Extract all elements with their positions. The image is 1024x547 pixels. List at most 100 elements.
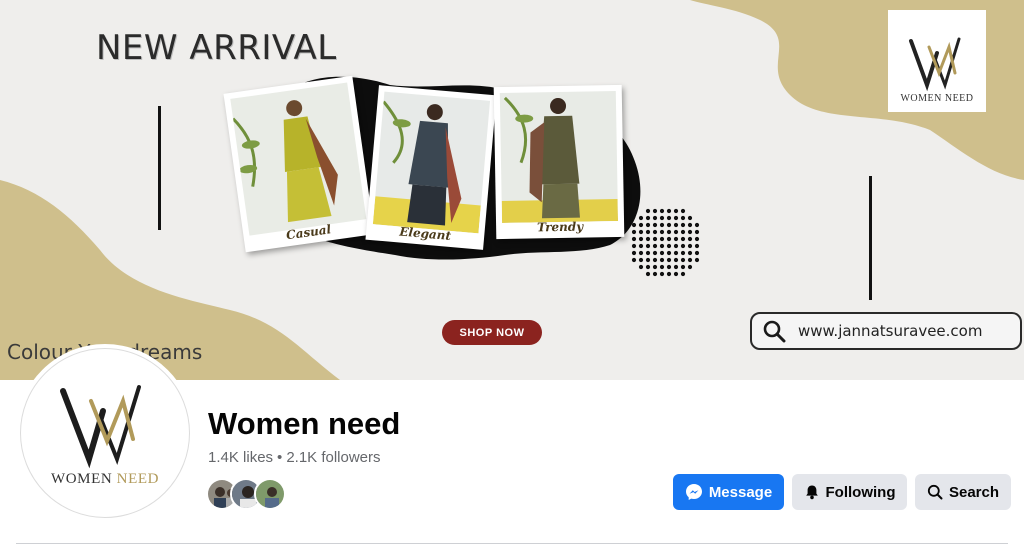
avatar-brand-text: WOMEN NEED [51, 471, 159, 488]
halftone-dot [659, 264, 665, 270]
halftone-dot [631, 250, 637, 256]
halftone-dot [673, 271, 679, 277]
halftone-dot [645, 229, 651, 235]
halftone-dot [666, 208, 672, 214]
halftone-dot [652, 257, 658, 263]
following-button-label: Following [825, 483, 896, 501]
halftone-dot [645, 271, 651, 277]
halftone-dot [659, 236, 665, 242]
halftone-dot [680, 257, 686, 263]
halftone-dot [652, 208, 658, 214]
halftone-dot [680, 229, 686, 235]
halftone-dot [694, 250, 700, 256]
halftone-dot [673, 250, 679, 256]
avatar-text-second: NEED [116, 470, 160, 487]
halftone-dot [666, 250, 672, 256]
halftone-dot [680, 271, 686, 277]
halftone-dot [673, 257, 679, 263]
mutual-friends-avatars[interactable] [206, 478, 286, 510]
halftone-dot [638, 257, 644, 263]
halftone-dot [687, 264, 693, 270]
search-button-label: Search [948, 483, 1000, 501]
halftone-dot [645, 264, 651, 270]
search-button[interactable]: Search [915, 474, 1011, 510]
halftone-dot [694, 257, 700, 263]
halftone-dot [631, 243, 637, 249]
messenger-icon [685, 484, 702, 500]
halftone-dot [645, 215, 651, 221]
bell-icon [805, 485, 818, 500]
halftone-dot [673, 236, 679, 242]
halftone-dot [687, 250, 693, 256]
shop-now-button: SHOP NOW [442, 320, 542, 345]
halftone-dot [666, 264, 672, 270]
cover-photo[interactable]: NEW ARRIVAL Casual Elegant Trendy WOMEN … [0, 0, 1024, 380]
likes-count[interactable]: 1.4K likes [208, 449, 273, 466]
halftone-dot [680, 250, 686, 256]
woman-figure-illustration [231, 100, 338, 223]
avatar-text-first: WOMEN [50, 470, 113, 487]
halftone-dot [673, 215, 679, 221]
halftone-dot [666, 257, 672, 263]
halftone-dot [666, 215, 672, 221]
halftone-dot [659, 222, 665, 228]
halftone-dot [652, 264, 658, 270]
halftone-dot [638, 264, 644, 270]
halftone-dot [645, 243, 651, 249]
halftone-dot [694, 229, 700, 235]
halftone-dot [631, 257, 637, 263]
halftone-dot [694, 222, 700, 228]
halftone-dot [687, 243, 693, 249]
facebook-page-header: NEW ARRIVAL Casual Elegant Trendy WOMEN … [0, 0, 1024, 547]
magnifier-icon [763, 320, 786, 343]
halftone-dot [645, 222, 651, 228]
cover-headline: NEW ARRIVAL [96, 28, 337, 68]
halftone-dot [659, 271, 665, 277]
profile-picture[interactable]: WOMEN NEED [20, 348, 190, 518]
halftone-dot [645, 257, 651, 263]
halftone-dot [680, 264, 686, 270]
website-bar: www.jannatsuravee.com [750, 312, 1022, 350]
halftone-dot [687, 222, 693, 228]
halftone-dot [638, 229, 644, 235]
halftone-dot [666, 222, 672, 228]
halftone-dot [673, 222, 679, 228]
halftone-dot [631, 229, 637, 235]
friend-avatar[interactable] [254, 478, 286, 510]
halftone-dot [652, 229, 658, 235]
halftone-dot [666, 229, 672, 235]
following-button[interactable]: Following [792, 474, 907, 510]
search-icon [927, 484, 943, 500]
halftone-dot [638, 215, 644, 221]
wn-monogram-icon [909, 37, 961, 92]
halftone-dot [687, 215, 693, 221]
halftone-dot [659, 215, 665, 221]
halftone-dot [673, 208, 679, 214]
halftone-dot [666, 271, 672, 277]
stats-separator: • [277, 449, 283, 466]
halftone-dot [659, 257, 665, 263]
halftone-dot [673, 243, 679, 249]
photo-caption: Trendy [536, 219, 584, 235]
halftone-dot [652, 250, 658, 256]
halftone-dot [680, 243, 686, 249]
followers-count[interactable]: 2.1K followers [286, 449, 380, 466]
wn-monogram-icon [60, 384, 141, 468]
halftone-dot [652, 271, 658, 277]
halftone-dot [638, 236, 644, 242]
product-photo-elegant: Elegant [365, 85, 497, 250]
halftone-dot [652, 222, 658, 228]
halftone-dot [680, 208, 686, 214]
halftone-dot [659, 208, 665, 214]
halftone-dot [673, 229, 679, 235]
page-title[interactable]: Women need [208, 406, 400, 442]
brand-logo-text: WOMEN NEED [900, 93, 974, 104]
cover-brand-logo: WOMEN NEED [888, 10, 986, 112]
halftone-dot [638, 222, 644, 228]
halftone-dot [631, 222, 637, 228]
halftone-dot [645, 250, 651, 256]
halftone-dot [659, 229, 665, 235]
message-button[interactable]: Message [673, 474, 784, 510]
halftone-dot [687, 229, 693, 235]
halftone-dot [659, 243, 665, 249]
